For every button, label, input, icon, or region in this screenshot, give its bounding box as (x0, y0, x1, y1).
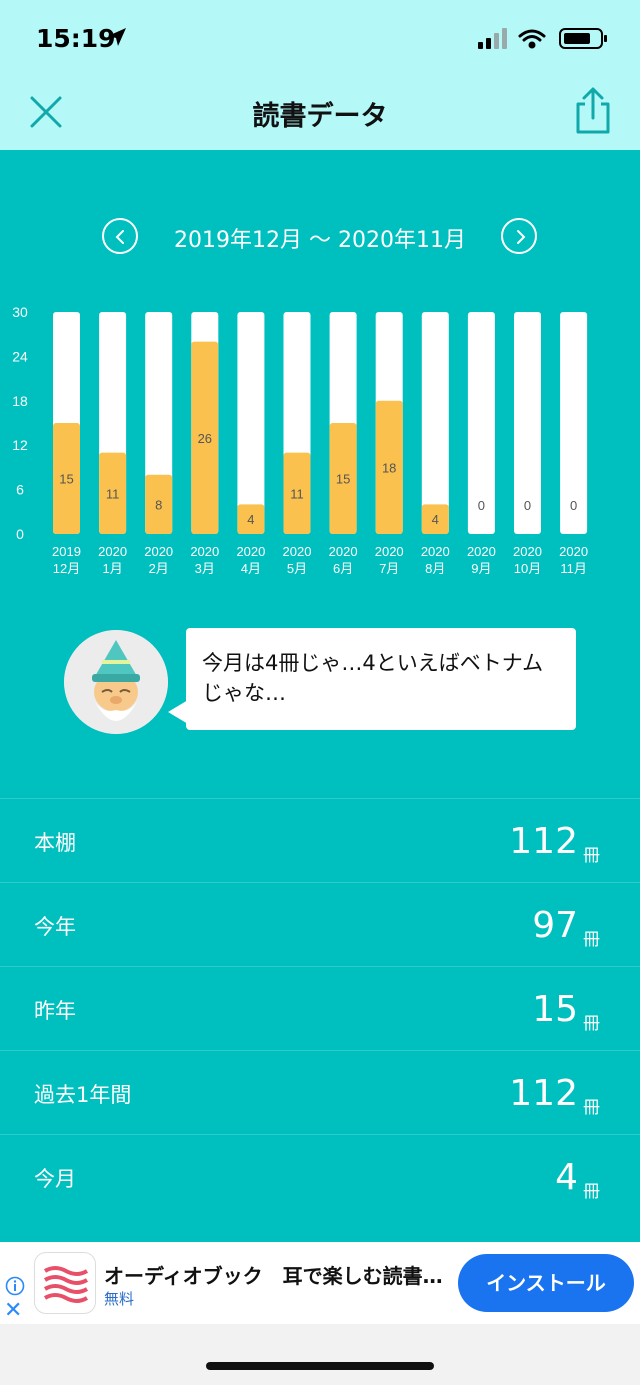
stat-row-last-year: 昨年 15 冊 (0, 966, 640, 1050)
status-time: 15:19 (36, 24, 116, 53)
x-tick-month-label: 8月 (425, 561, 445, 576)
location-arrow-icon (108, 28, 126, 46)
home-indicator[interactable] (206, 1362, 434, 1370)
x-tick-month-label: 3月 (195, 561, 215, 576)
stat-label: 本棚 (34, 831, 76, 855)
bar-value-label: 0 (524, 498, 531, 513)
monthly-books-chart: 30 24 18 12 6 0 15 2019 12月 11 2020 1月 8 2020 2月 26 2020… (12, 304, 588, 576)
stat-label: 今年 (34, 915, 76, 939)
bar-value-label: 26 (198, 431, 212, 446)
speech-bubble-tail (168, 700, 188, 724)
stat-row-this-year: 今年 97 冊 (0, 882, 640, 966)
stat-label: 今月 (34, 1167, 76, 1191)
y-tick-label: 12 (12, 437, 28, 453)
cellular-signal-icon (478, 28, 507, 49)
ad-app-icon[interactable] (34, 1252, 96, 1314)
ad-close-icon[interactable]: ✕ (4, 1300, 22, 1322)
x-tick-year-label: 2020 (329, 544, 358, 559)
stat-value: 112 (509, 1073, 578, 1114)
bar-track (237, 312, 265, 534)
stat-row-this-month: 今月 4 冊 (0, 1134, 640, 1218)
stat-unit: 冊 (583, 1182, 600, 1202)
x-tick-year-label: 2020 (144, 544, 173, 559)
stat-value: 15 (532, 989, 578, 1030)
stat-unit: 冊 (583, 930, 600, 950)
bar-value-label: 8 (155, 497, 162, 512)
x-tick-month-label: 12月 (53, 561, 80, 576)
y-tick-label: 24 (12, 348, 28, 364)
stat-label: 昨年 (34, 999, 76, 1023)
x-tick-year-label: 2020 (190, 544, 219, 559)
x-tick-month-label: 2月 (149, 561, 169, 576)
battery-icon (559, 28, 607, 49)
stat-unit: 冊 (583, 846, 600, 866)
wizard-avatar (64, 630, 168, 734)
x-tick-month-label: 7月 (379, 561, 399, 576)
next-range-button[interactable] (501, 218, 537, 254)
wizard-speech-bubble: 今月は4冊じゃ…4といえばベトナムじゃな… (186, 628, 576, 730)
chevron-right-icon (517, 230, 526, 244)
date-range-label: 2019年12月 〜 2020年11月 (174, 228, 466, 253)
bar-value-label: 0 (478, 498, 485, 513)
page-title: 読書データ (252, 101, 388, 132)
chevron-left-icon (115, 230, 124, 244)
x-tick-month-label: 4月 (241, 561, 261, 576)
x-tick-year-label: 2019 (52, 544, 81, 559)
bar-value-label: 0 (570, 498, 577, 513)
x-tick-month-label: 9月 (471, 561, 491, 576)
x-tick-year-label: 2020 (236, 544, 265, 559)
wizard-icon (64, 630, 168, 734)
bar-value-label: 18 (382, 460, 396, 475)
y-tick-label: 0 (16, 526, 24, 542)
bar-track (421, 312, 449, 534)
stats-list: 本棚 112 冊 今年 97 冊 昨年 15 冊 過去1年間 112 冊 今月 … (0, 798, 640, 1218)
y-tick-label: 30 (12, 304, 28, 320)
x-tick-year-label: 2020 (283, 544, 312, 559)
x-tick-month-label: 10月 (514, 561, 541, 576)
x-tick-year-label: 2020 (421, 544, 450, 559)
bar-value-label: 11 (106, 486, 120, 501)
ad-price: 無料 (104, 1290, 135, 1308)
bar-value-label: 15 (336, 472, 350, 487)
x-tick-year-label: 2020 (375, 544, 404, 559)
wifi-icon (518, 29, 546, 49)
previous-range-button[interactable] (102, 218, 138, 254)
stat-value: 112 (509, 821, 578, 862)
y-tick-label: 6 (16, 482, 24, 498)
stat-row-past-year: 過去1年間 112 冊 (0, 1050, 640, 1134)
wizard-message: 今月は4冊じゃ…4といえばベトナムじゃな… (202, 651, 544, 705)
x-tick-year-label: 2020 (467, 544, 496, 559)
x-tick-month-label: 6月 (333, 561, 353, 576)
stat-row-bookshelf: 本棚 112 冊 (0, 798, 640, 882)
x-tick-month-label: 5月 (287, 561, 307, 576)
bar-value-label: 4 (247, 512, 254, 527)
status-icons (478, 28, 607, 49)
info-icon[interactable] (5, 1276, 25, 1296)
y-tick-label: 18 (12, 393, 28, 409)
x-tick-year-label: 2020 (98, 544, 127, 559)
audiobook-app-icon (43, 1266, 89, 1303)
home-area (0, 1324, 640, 1385)
x-tick-year-label: 2020 (559, 544, 588, 559)
x-tick-month-label: 11月 (560, 561, 587, 576)
install-button[interactable]: インストール (458, 1254, 634, 1312)
stat-value: 4 (555, 1157, 578, 1198)
stat-label: 過去1年間 (34, 1083, 132, 1107)
share-icon[interactable] (570, 86, 616, 136)
stat-unit: 冊 (583, 1014, 600, 1034)
stat-value: 97 (532, 905, 578, 946)
ad-title[interactable]: オーディオブック 耳で楽しむ読書… (104, 1260, 454, 1289)
x-tick-year-label: 2020 (513, 544, 542, 559)
bar-value-label: 4 (432, 512, 439, 527)
bar-value-label: 11 (290, 486, 304, 501)
stat-unit: 冊 (583, 1098, 600, 1118)
x-tick-month-label: 1月 (102, 561, 122, 576)
bar-value-label: 15 (59, 472, 73, 487)
